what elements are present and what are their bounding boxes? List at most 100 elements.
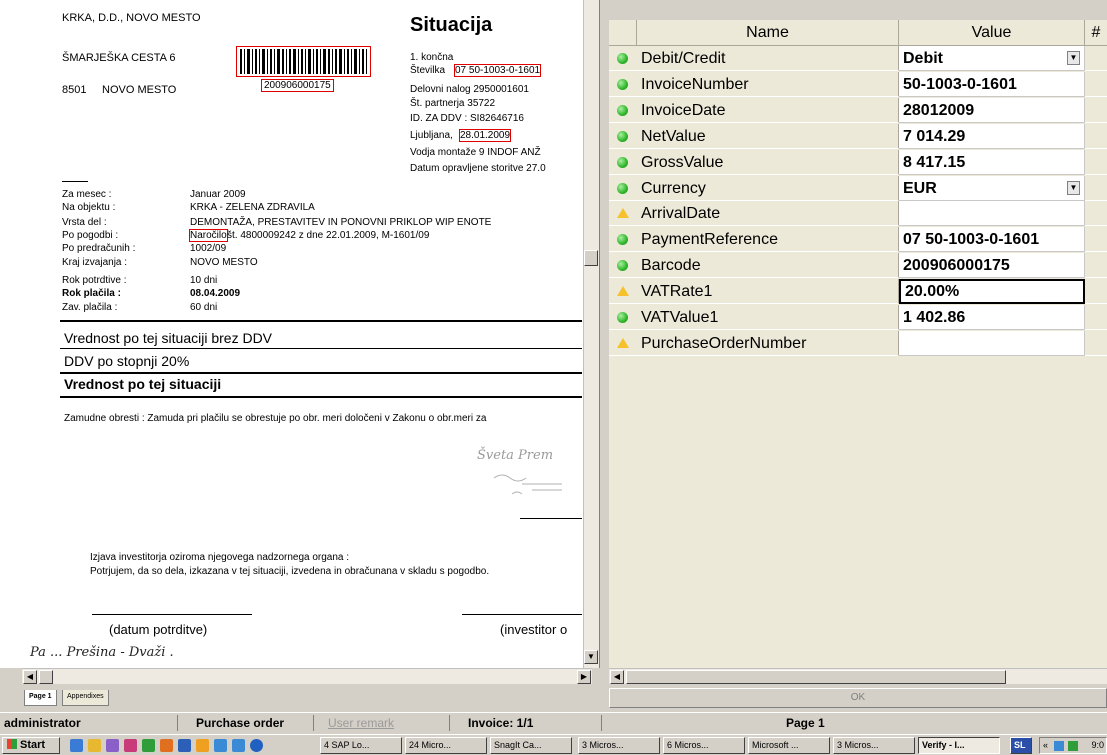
scroll-right-icon[interactable]: ▶ — [577, 670, 591, 684]
language-indicator[interactable]: SL — [1010, 737, 1032, 754]
quicklaunch-app-icon[interactable] — [106, 739, 119, 752]
status-ok-icon — [617, 104, 628, 116]
taskbar-item[interactable]: 24 Micro... — [405, 737, 487, 754]
grid-horizontal-scrollbar[interactable]: ◀ — [609, 668, 1107, 684]
row-status-cell — [609, 175, 637, 201]
taskbar-item[interactable]: 3 Micros... — [578, 737, 660, 754]
header-invoice-number: 07 50-1003-0-1601 — [453, 64, 542, 77]
tray-network-icon[interactable] — [1054, 741, 1064, 751]
field-row[interactable]: Debit/Credit Debit ▼ — [609, 46, 1107, 71]
total-value-label: Vrednost po tej situaciji — [64, 376, 222, 392]
quicklaunch-folder-icon[interactable] — [88, 739, 101, 752]
field-name: NetValue — [637, 123, 899, 149]
field-row[interactable]: InvoiceDate 28012009 — [609, 97, 1107, 123]
grid-header-value[interactable]: Value — [899, 20, 1085, 46]
status-user-remark[interactable]: User remark — [318, 715, 450, 731]
document-vertical-scrollbar[interactable]: ▼ — [583, 0, 599, 668]
detail-label: Po predračunih : — [62, 243, 136, 254]
tray-expand-icon[interactable]: « — [1043, 738, 1048, 753]
field-value-input[interactable]: 28012009 — [899, 97, 1085, 123]
document-horizontal-scrollbar[interactable]: ◀ ▶ — [22, 668, 592, 684]
header-line-7: Vodja montaže 9 INDOF ANŽ — [410, 147, 541, 158]
field-hash-cell — [1085, 305, 1107, 330]
dropdown-arrow-icon[interactable]: ▼ — [1067, 180, 1080, 195]
quicklaunch-app-icon[interactable] — [250, 739, 263, 752]
field-row[interactable]: PaymentReference 07 50-1003-0-1601 — [609, 227, 1107, 253]
field-value-input[interactable]: Debit ▼ — [899, 46, 1085, 71]
field-value-input[interactable]: 50-1003-0-1601 — [899, 71, 1085, 97]
company-street: ŠMARJEŠKA CESTA 6 — [62, 52, 176, 64]
field-value-text: 28012009 — [903, 101, 975, 119]
field-name: GrossValue — [637, 149, 899, 175]
status-ok-icon — [617, 53, 628, 64]
scroll-thumb[interactable] — [39, 670, 53, 684]
field-name: InvoiceDate — [637, 97, 899, 123]
field-value-input[interactable]: 8 417.15 — [899, 149, 1085, 175]
scroll-left-icon[interactable]: ◀ — [610, 670, 624, 684]
values-bottom-rule — [60, 396, 582, 398]
quicklaunch-excel-icon[interactable] — [142, 739, 155, 752]
date-caption: (datum potrditve) — [109, 622, 208, 637]
field-value-input[interactable]: EUR ▼ — [899, 175, 1085, 201]
quicklaunch-ie-icon[interactable] — [232, 739, 245, 752]
document-viewer[interactable]: KRKA, D.D., NOVO MESTO ŠMARJEŠKA CESTA 6… — [0, 0, 600, 668]
status-ok-icon — [617, 156, 628, 168]
field-row[interactable]: VATRate1 20.00% — [609, 279, 1107, 305]
field-row[interactable]: VATValue1 1 402.86 — [609, 305, 1107, 330]
field-row[interactable]: PurchaseOrderNumber — [609, 330, 1107, 356]
scroll-down-icon[interactable]: ▼ — [584, 650, 598, 664]
status-ok-icon — [617, 78, 628, 90]
detail-value: 1002/09 — [190, 243, 227, 254]
field-value-input[interactable]: 20.00% — [899, 279, 1085, 305]
tray-security-icon[interactable] — [1068, 741, 1078, 751]
grid-header-name[interactable]: Name — [637, 20, 899, 46]
detail-label: Rok plačila : — [62, 288, 121, 299]
field-value-input[interactable] — [899, 201, 1085, 227]
quicklaunch-word-icon[interactable] — [178, 739, 191, 752]
taskbar-item-active[interactable]: Verify - I... — [918, 737, 1000, 754]
tab-appendixes[interactable]: Appendixes — [62, 690, 109, 706]
field-value-input[interactable]: 07 50-1003-0-1601 — [899, 227, 1085, 253]
row-status-cell — [609, 279, 637, 305]
field-value-text: 200906000175 — [903, 257, 1010, 275]
field-hash-cell — [1085, 71, 1107, 97]
field-row[interactable]: NetValue 7 014.29 — [609, 123, 1107, 149]
field-value-input[interactable]: 7 014.29 — [899, 123, 1085, 149]
taskbar-item[interactable]: 4 SAP Lo... — [320, 737, 402, 754]
grid-header-hash[interactable]: # — [1085, 20, 1107, 46]
field-value-text: 1 402.86 — [903, 309, 966, 326]
field-value-text: 8 417.15 — [903, 153, 966, 171]
dropdown-arrow-icon[interactable]: ▼ — [1067, 51, 1080, 65]
field-row[interactable]: GrossValue 8 417.15 — [609, 149, 1107, 175]
quicklaunch-desktop-icon[interactable] — [70, 739, 83, 752]
taskbar-item[interactable]: SnagIt Ca... — [490, 737, 572, 754]
taskbar-item[interactable]: 3 Micros... — [833, 737, 915, 754]
taskbar-item[interactable]: Microsoft ... — [748, 737, 830, 754]
stamp-rule — [520, 518, 582, 519]
field-row[interactable]: ArrivalDate — [609, 201, 1107, 227]
field-row[interactable]: InvoiceNumber 50-1003-0-1601 — [609, 71, 1107, 97]
detail-value: KRKA - ZELENA ZDRAVILA — [190, 202, 315, 213]
field-value-input[interactable]: 200906000175 — [899, 253, 1085, 279]
quicklaunch-app-icon[interactable] — [196, 739, 209, 752]
scroll-left-icon[interactable]: ◀ — [23, 670, 37, 684]
row-status-cell — [609, 253, 637, 279]
field-row[interactable]: Barcode 200906000175 — [609, 253, 1107, 279]
header-line-6: Ljubljana, — [410, 130, 453, 141]
field-name: PaymentReference — [637, 227, 899, 253]
field-value-input[interactable] — [899, 330, 1085, 356]
tab-page-1[interactable]: Page 1 — [24, 690, 57, 706]
quicklaunch-outlook-icon[interactable] — [160, 739, 173, 752]
row-status-cell — [609, 330, 637, 356]
field-value-input[interactable]: 1 402.86 — [899, 305, 1085, 330]
scroll-thumb[interactable] — [626, 670, 1006, 684]
quicklaunch-ie-icon[interactable] — [214, 739, 227, 752]
quicklaunch-app-icon[interactable] — [124, 739, 137, 752]
field-row[interactable]: Currency EUR ▼ — [609, 175, 1107, 201]
short-divider — [62, 181, 88, 182]
taskbar-item[interactable]: 6 Micros... — [663, 737, 745, 754]
row-status-cell — [609, 305, 637, 330]
scroll-thumb[interactable] — [584, 250, 598, 266]
start-button[interactable]: Start — [2, 737, 60, 754]
ok-button[interactable]: OK — [609, 688, 1107, 708]
